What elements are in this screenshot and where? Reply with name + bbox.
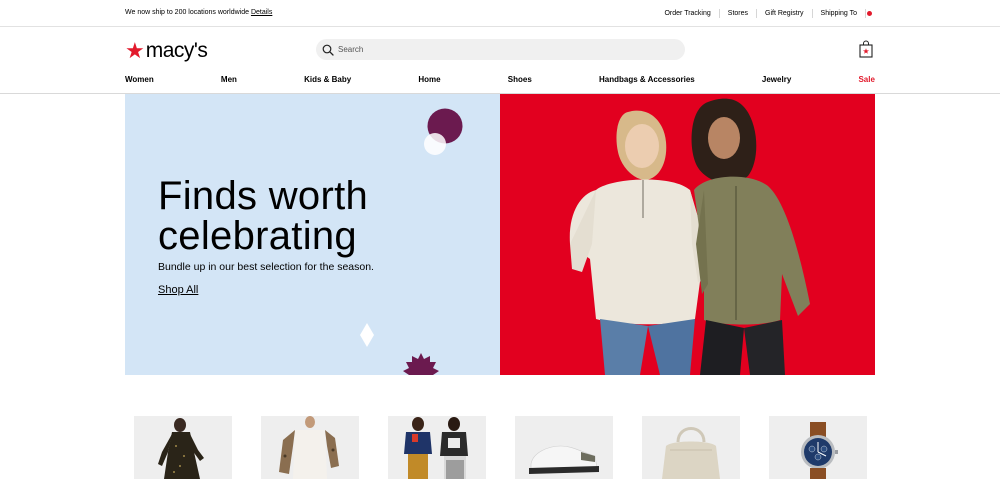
logo-wordmark: macy's — [145, 39, 208, 62]
product-tile-watch[interactable] — [769, 416, 867, 479]
sneakers-image — [529, 445, 599, 474]
diamond-decoration — [360, 323, 374, 347]
star-logo-icon: ★ — [125, 38, 145, 63]
macys-logo[interactable]: ★ macy's — [125, 38, 208, 63]
dress-image — [158, 418, 204, 479]
nav-item-home[interactable]: Home — [418, 75, 440, 84]
shopping-bag-icon[interactable] — [859, 40, 873, 58]
country-flag-icon[interactable] — [867, 11, 872, 16]
product-tile-dress[interactable] — [134, 416, 232, 479]
nav-item-sale[interactable]: Sale — [858, 75, 874, 84]
gift-registry-link[interactable]: Gift Registry — [757, 9, 813, 18]
search-input[interactable] — [338, 45, 658, 54]
hero-banner[interactable]: Finds worth celebrating Bundle up in our… — [125, 94, 875, 375]
shop-all-link[interactable]: Shop All — [158, 284, 198, 296]
nav-item-jewelry[interactable]: Jewelry — [762, 75, 791, 84]
main-nav: Women Men Kids & Baby Home Shoes Handbag… — [125, 75, 875, 84]
watch-image — [801, 422, 838, 479]
utility-bar: We now ship to 200 locations worldwide D… — [0, 0, 1000, 27]
product-carousel — [125, 416, 875, 479]
details-link[interactable]: Details — [251, 9, 272, 16]
hero-image-panel[interactable] — [500, 94, 875, 375]
product-tile-kids-outfits[interactable] — [388, 416, 486, 479]
starburst-decoration — [403, 353, 439, 375]
handbag-image — [662, 427, 720, 479]
kids-outfits-image — [404, 417, 468, 479]
hero-headline-line1: Finds worth — [158, 174, 369, 218]
utility-links: Order Tracking Stores Gift Registry Ship… — [656, 9, 872, 18]
order-tracking-link[interactable]: Order Tracking — [656, 9, 720, 18]
search-icon[interactable] — [322, 44, 334, 56]
shipping-to-link[interactable]: Shipping To — [813, 9, 866, 18]
stores-link[interactable]: Stores — [720, 9, 758, 18]
white-circle-decoration — [424, 133, 446, 155]
hero-headline-line2: celebrating — [158, 214, 357, 258]
nav-item-handbags-accessories[interactable]: Handbags & Accessories — [599, 75, 695, 84]
search-bar[interactable] — [316, 39, 685, 60]
nav-item-women[interactable]: Women — [125, 75, 154, 84]
hero-subtext: Bundle up in our best selection for the … — [158, 261, 374, 273]
nav-item-men[interactable]: Men — [221, 75, 237, 84]
site-header: ★ macy's Women Men Kids & Baby Home Shoe… — [0, 27, 1000, 94]
shipping-notice: We now ship to 200 locations worldwide D… — [125, 9, 272, 16]
product-tile-handbag[interactable] — [642, 416, 740, 479]
product-tile-sneakers[interactable] — [515, 416, 613, 479]
shipping-notice-text: We now ship to 200 locations worldwide — [125, 9, 249, 16]
hero-headline: Finds worth celebrating — [158, 176, 368, 256]
product-tile-sweater[interactable] — [261, 416, 359, 479]
nav-item-kids-baby[interactable]: Kids & Baby — [304, 75, 351, 84]
hero-text-panel: Finds worth celebrating Bundle up in our… — [125, 94, 500, 375]
sweater-image — [279, 416, 339, 479]
hero-models-image — [569, 98, 810, 375]
nav-item-shoes[interactable]: Shoes — [508, 75, 532, 84]
